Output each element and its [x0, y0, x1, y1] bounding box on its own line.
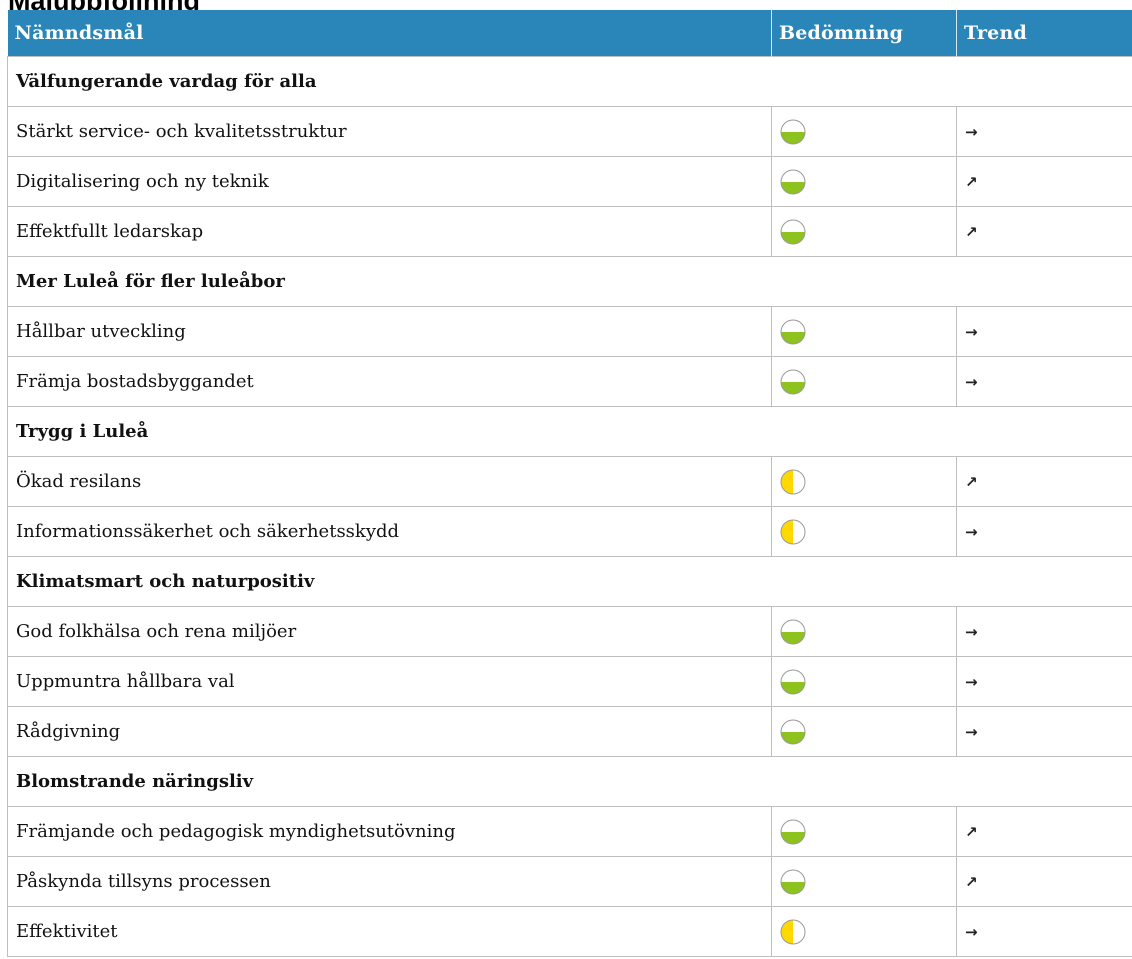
- goal-row: Stärkt service- och kvalitetsstruktur →: [7, 106, 1132, 157]
- goal-row: Informationssäkerhet och säkerhetsskydd →: [7, 506, 1132, 557]
- goal-row: Effektfullt ledarskap ↗: [7, 206, 1132, 257]
- goal-label: Effektfullt ledarskap: [7, 206, 772, 257]
- goal-row: Främja bostadsbyggandet →: [7, 356, 1132, 407]
- column-header-assessment[interactable]: Bedömning: [771, 10, 957, 57]
- half-yellow-circle-icon: [780, 919, 806, 944]
- trend-cell: →: [956, 106, 1132, 157]
- goal-row: Digitalisering och ny teknik ↗: [7, 156, 1132, 207]
- half-green-circle-icon: [780, 669, 806, 694]
- table-header-row: Nämndsmål Bedömning Trend: [7, 10, 1132, 57]
- category-label: Klimatsmart och naturpositiv: [7, 556, 1132, 607]
- half-yellow-circle-icon: [780, 469, 806, 494]
- trend-cell: →: [956, 506, 1132, 557]
- goal-label: Ökad resilans: [7, 456, 772, 507]
- half-green-circle-icon: [780, 119, 806, 144]
- assessment-cell: [771, 356, 957, 407]
- half-green-circle-icon: [780, 619, 806, 644]
- goal-followup-table: Nämndsmål Bedömning Trend Välfungerande …: [7, 10, 1132, 957]
- category-label: Blomstrande näringsliv: [7, 756, 1132, 807]
- goal-label: Rådgivning: [7, 706, 772, 757]
- goal-row: Rådgivning →: [7, 706, 1132, 757]
- category-row: Välfungerande vardag för alla: [7, 56, 1132, 107]
- trend-cell: →: [956, 306, 1132, 357]
- goal-label: Hållbar utveckling: [7, 306, 772, 357]
- goal-row: Uppmuntra hållbara val →: [7, 656, 1132, 707]
- assessment-cell: [771, 156, 957, 207]
- goal-label: Påskynda tillsyns processen: [7, 856, 772, 907]
- category-row: Blomstrande näringsliv: [7, 756, 1132, 807]
- goal-row: Hållbar utveckling →: [7, 306, 1132, 357]
- arrow-right-icon: →: [965, 123, 978, 141]
- table-body: Välfungerande vardag för alla Stärkt serv…: [7, 56, 1132, 957]
- category-row: Klimatsmart och naturpositiv: [7, 556, 1132, 607]
- arrow-up-right-icon: ↗: [965, 223, 978, 241]
- goal-row: Ökad resilans ↗: [7, 456, 1132, 507]
- half-green-circle-icon: [780, 819, 806, 844]
- goal-row: Främjande och pedagogisk myndighetsutövn…: [7, 806, 1132, 857]
- trend-cell: →: [956, 656, 1132, 707]
- goal-row: God folkhälsa och rena miljöer →: [7, 606, 1132, 657]
- trend-cell: ↗: [956, 856, 1132, 907]
- goal-label: Informationssäkerhet och säkerhetsskydd: [7, 506, 772, 557]
- goal-label: Uppmuntra hållbara val: [7, 656, 772, 707]
- goal-label: Effektivitet: [7, 906, 772, 957]
- arrow-up-right-icon: ↗: [965, 473, 978, 491]
- category-label: Välfungerande vardag för alla: [7, 56, 1132, 107]
- half-green-circle-icon: [780, 719, 806, 744]
- trend-cell: ↗: [956, 456, 1132, 507]
- assessment-cell: [771, 806, 957, 857]
- arrow-right-icon: →: [965, 723, 978, 741]
- category-row: Mer Luleå för fler luleåbor: [7, 256, 1132, 307]
- assessment-cell: [771, 856, 957, 907]
- goal-label: Stärkt service- och kvalitetsstruktur: [7, 106, 772, 157]
- arrow-right-icon: →: [965, 323, 978, 341]
- goal-row: Påskynda tillsyns processen ↗: [7, 856, 1132, 907]
- trend-cell: →: [956, 906, 1132, 957]
- trend-cell: ↗: [956, 156, 1132, 207]
- goal-label: God folkhälsa och rena miljöer: [7, 606, 772, 657]
- assessment-cell: [771, 906, 957, 957]
- trend-cell: ↗: [956, 806, 1132, 857]
- assessment-cell: [771, 656, 957, 707]
- column-header-goal[interactable]: Nämndsmål: [7, 10, 772, 57]
- goal-label: Digitalisering och ny teknik: [7, 156, 772, 207]
- trend-cell: →: [956, 706, 1132, 757]
- arrow-right-icon: →: [965, 923, 978, 941]
- half-green-circle-icon: [780, 369, 806, 394]
- half-yellow-circle-icon: [780, 519, 806, 544]
- category-row: Trygg i Luleå: [7, 406, 1132, 457]
- trend-cell: →: [956, 356, 1132, 407]
- goal-row: Effektivitet →: [7, 906, 1132, 957]
- half-green-circle-icon: [780, 869, 806, 894]
- trend-cell: ↗: [956, 206, 1132, 257]
- assessment-cell: [771, 706, 957, 757]
- arrow-up-right-icon: ↗: [965, 823, 978, 841]
- half-green-circle-icon: [780, 219, 806, 244]
- assessment-cell: [771, 106, 957, 157]
- column-header-trend[interactable]: Trend: [956, 10, 1132, 57]
- goal-label: Främjande och pedagogisk myndighetsutövn…: [7, 806, 772, 857]
- arrow-right-icon: →: [965, 673, 978, 691]
- trend-cell: →: [956, 606, 1132, 657]
- category-label: Mer Luleå för fler luleåbor: [7, 256, 1132, 307]
- half-green-circle-icon: [780, 319, 806, 344]
- assessment-cell: [771, 606, 957, 657]
- arrow-up-right-icon: ↗: [965, 873, 978, 891]
- half-green-circle-icon: [780, 169, 806, 194]
- arrow-right-icon: →: [965, 623, 978, 641]
- arrow-right-icon: →: [965, 373, 978, 391]
- arrow-up-right-icon: ↗: [965, 173, 978, 191]
- goal-label: Främja bostadsbyggandet: [7, 356, 772, 407]
- category-label: Trygg i Luleå: [7, 406, 1132, 457]
- assessment-cell: [771, 206, 957, 257]
- arrow-right-icon: →: [965, 523, 978, 541]
- assessment-cell: [771, 306, 957, 357]
- assessment-cell: [771, 456, 957, 507]
- assessment-cell: [771, 506, 957, 557]
